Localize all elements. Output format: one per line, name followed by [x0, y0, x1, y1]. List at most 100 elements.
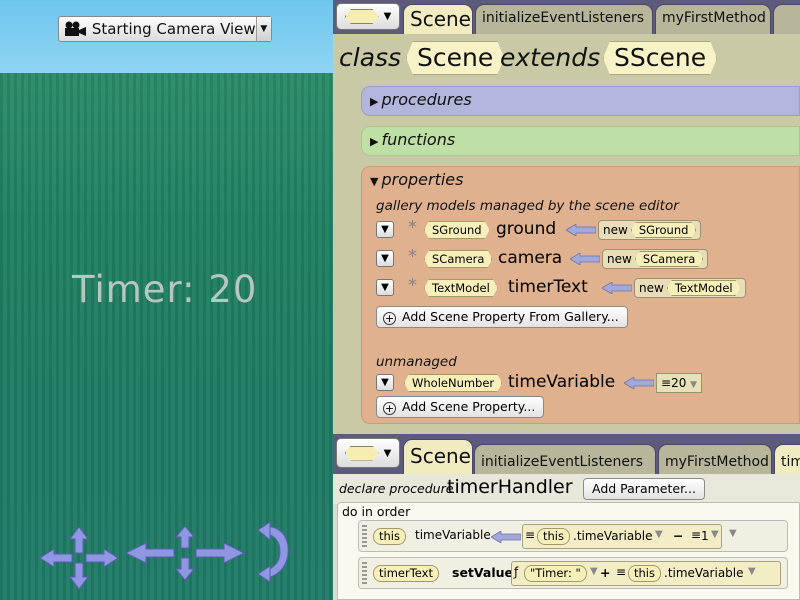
expand-triangle-icon[interactable]: ▶ — [370, 135, 378, 148]
expression-glyph: ≡ — [691, 528, 702, 542]
subtract-expression[interactable]: ≡ this .timeVariable ▼ − ≡ 1 ▼ — [522, 524, 722, 549]
initializer-box[interactable]: new TextModel — [634, 278, 746, 298]
timer-text-model: Timer: 20 — [72, 268, 258, 311]
camera-view-label: Starting Camera View — [91, 20, 256, 38]
chevron-down-icon[interactable]: ▼ — [255, 17, 271, 41]
property-row-ground: ▼ * SGround ground new SGround — [376, 217, 796, 241]
new-keyword: new — [603, 223, 628, 237]
initializer-box[interactable]: new SGround — [598, 220, 702, 240]
new-keyword: new — [607, 252, 632, 266]
this-pill[interactable]: this — [537, 528, 570, 545]
property-value-box[interactable]: ≡20 ▼ — [656, 373, 703, 393]
field-access: .timeVariable — [573, 529, 653, 543]
declare-procedure-keyword: declare procedure — [339, 481, 454, 496]
tab-overflow[interactable] — [773, 4, 800, 34]
procedure-declaration: declare procedure timerHandler Add Param… — [333, 474, 800, 504]
timertext-pill[interactable]: timerText — [373, 565, 439, 582]
left-arrow-icon — [566, 224, 596, 236]
drag-handle[interactable] — [362, 562, 367, 584]
property-row-timevariable: ▼ WholeNumber timeVariable ≡20 ▼ — [376, 372, 796, 394]
properties-section: ▼ properties gallery models managed by th… — [361, 166, 800, 424]
button-label: Add Scene Property From Gallery... — [402, 309, 619, 324]
asterisk-icon: * — [408, 246, 417, 267]
property-name: timerText — [508, 277, 588, 297]
type-chip-icon — [344, 445, 379, 461]
type-chip-icon — [344, 9, 379, 24]
chevron-down-icon[interactable]: ▼ — [376, 250, 394, 267]
property-row-timertext: ▼ * TextModel timerText new TextModel — [376, 275, 796, 299]
tab-scene[interactable]: Scene — [403, 439, 473, 474]
property-name: timeVariable — [508, 372, 616, 392]
chevron-down-icon[interactable]: ▼ — [729, 528, 737, 539]
tab-timer-handler[interactable]: time — [774, 444, 800, 474]
video-camera-icon — [63, 21, 88, 37]
tab-my-first-method[interactable]: myFirstMethod — [655, 4, 771, 34]
functions-section[interactable]: ▶ functions — [361, 126, 800, 156]
property-row-camera: ▼ * SCamera camera new SCamera — [376, 246, 796, 270]
chevron-down-icon[interactable]: ▼ — [376, 221, 394, 238]
do-in-order-label: do in order — [342, 504, 411, 519]
left-arrow-icon — [491, 531, 521, 543]
tab-my-first-method[interactable]: myFirstMethod — [658, 444, 772, 474]
chevron-down-icon[interactable]: ▼ — [376, 279, 394, 296]
property-type-chip[interactable]: SGround — [424, 221, 490, 239]
initializer-box[interactable]: new SCamera — [602, 249, 709, 269]
new-keyword: new — [639, 281, 664, 295]
add-parameter-button[interactable]: Add Parameter... — [583, 478, 705, 500]
chevron-down-icon: ▼ — [383, 447, 392, 459]
procedures-section[interactable]: ▶ procedures — [361, 86, 800, 116]
left-arrow-icon — [624, 377, 654, 389]
expression-glyph: ≡ — [616, 565, 627, 579]
operand-value[interactable]: 1 — [701, 529, 709, 543]
procedure-name[interactable]: timerHandler — [447, 476, 573, 498]
expand-triangle-icon[interactable]: ▶ — [370, 95, 378, 108]
initializer-type-chip: SCamera — [635, 251, 703, 267]
extends-keyword: extends — [500, 43, 601, 72]
procedures-label: procedures — [381, 90, 472, 109]
do-in-order-block: do in order this timeVariable ≡ this .ti… — [337, 502, 800, 600]
drag-handle[interactable] — [362, 525, 367, 547]
property-type-chip[interactable]: SCamera — [424, 250, 492, 268]
move-camera-control-icon[interactable] — [38, 525, 120, 591]
tab-initialize-event-listeners[interactable]: initializeEventListeners — [475, 4, 653, 34]
rotate-camera-control-icon[interactable] — [254, 520, 294, 584]
this-pill[interactable]: this — [373, 528, 406, 545]
properties-label: properties — [381, 170, 464, 189]
class-name-box[interactable]: Scene — [406, 41, 504, 75]
button-label: Add Scene Property... — [402, 399, 536, 414]
bottom-tab-bar: ▼ Scene initializeEventListeners myFirst… — [333, 434, 800, 474]
concat-expression[interactable]: ƒ "Timer: " ▼ + ≡ this .timeVariable ▼ — [511, 561, 781, 586]
add-scene-property-from-gallery-button[interactable]: + Add Scene Property From Gallery... — [376, 306, 628, 328]
type-history-button[interactable]: ▼ — [336, 3, 400, 30]
property-type-chip[interactable]: TextModel — [424, 279, 498, 297]
statement-assign-timevariable[interactable]: this timeVariable ≡ this .timeVariable ▼… — [358, 520, 788, 552]
turn-camera-control-icon[interactable] — [124, 524, 246, 582]
field-name: timeVariable — [415, 528, 491, 542]
add-scene-property-button[interactable]: + Add Scene Property... — [376, 396, 545, 418]
asterisk-icon: * — [408, 275, 417, 296]
collapse-triangle-icon[interactable]: ▼ — [370, 175, 378, 188]
type-history-button[interactable]: ▼ — [336, 438, 400, 468]
scene-view[interactable]: Starting Camera View ▼ Timer: 20 — [0, 0, 333, 600]
chevron-down-icon[interactable]: ▼ — [590, 566, 598, 577]
initializer-type-chip: SGround — [631, 222, 697, 238]
plus-operator[interactable]: + — [600, 565, 610, 580]
property-name: camera — [498, 248, 563, 268]
minus-operator[interactable]: − — [673, 528, 683, 543]
property-type-chip[interactable]: WholeNumber — [404, 374, 502, 392]
string-literal[interactable]: "Timer: " — [524, 565, 587, 582]
chevron-down-icon[interactable]: ▼ — [655, 529, 663, 540]
field-access: .timeVariable — [664, 566, 744, 580]
this-pill[interactable]: this — [628, 565, 661, 582]
chevron-down-icon[interactable]: ▼ — [748, 566, 756, 577]
camera-view-select[interactable]: Starting Camera View ▼ — [58, 16, 272, 42]
property-value: 20 — [671, 376, 687, 390]
left-arrow-icon — [602, 282, 632, 294]
statement-set-value[interactable]: timerText setValue ƒ "Timer: " ▼ + ≡ thi… — [358, 557, 788, 589]
tab-scene[interactable]: Scene — [403, 4, 473, 34]
superclass-name-box[interactable]: SScene — [603, 41, 717, 75]
chevron-down-icon[interactable]: ▼ — [376, 374, 394, 391]
class-declaration: class Scene extends SScene — [333, 41, 800, 78]
chevron-down-icon[interactable]: ▼ — [711, 529, 719, 540]
tab-initialize-event-listeners[interactable]: initializeEventListeners — [474, 444, 656, 474]
